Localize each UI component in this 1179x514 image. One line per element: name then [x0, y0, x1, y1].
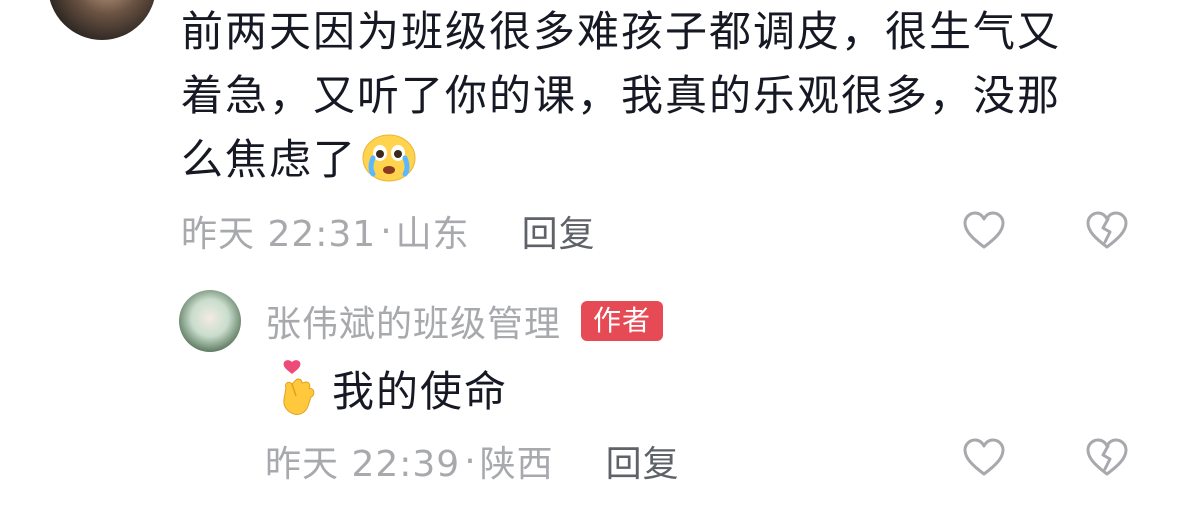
- comment-reply-button[interactable]: 回复: [522, 205, 596, 257]
- comment-meta: 昨天 22:31 · 山东 回复: [181, 203, 596, 259]
- reply-body: 我的使命: [278, 356, 508, 420]
- meta-separator: ·: [464, 440, 476, 482]
- author-avatar[interactable]: [179, 290, 241, 352]
- reply-author-name[interactable]: 张伟斌的班级管理: [265, 295, 561, 347]
- meta-separator: ·: [380, 210, 392, 252]
- broken-heart-icon[interactable]: [1085, 437, 1129, 477]
- heart-outline-icon[interactable]: [962, 437, 1006, 477]
- reply-text: 我的使命: [332, 366, 509, 416]
- author-badge: 作者: [581, 301, 664, 341]
- crying-face-emoji-icon: [362, 134, 416, 182]
- reply-location: 陕西: [479, 444, 554, 485]
- reply-time: 昨天 22:39: [265, 444, 461, 485]
- comment-text: 前两天因为班级很多难孩子都调皮，很生气又着急，又听了你的课，我真的乐观很多，没那…: [181, 7, 1062, 184]
- comment-body: 前两天因为班级很多难孩子都调皮，很生气又着急，又听了你的课，我真的乐观很多，没那…: [181, 0, 1091, 192]
- commenter-avatar[interactable]: [48, 0, 156, 40]
- comment-location: 山东: [395, 214, 470, 255]
- reply-meta: 昨天 22:39 · 陕西 回复: [265, 433, 680, 489]
- comment-time: 昨天 22:31: [181, 214, 377, 255]
- broken-heart-icon[interactable]: [1085, 210, 1129, 250]
- reply-reply-button[interactable]: 回复: [606, 435, 680, 487]
- reply-header: 张伟斌的班级管理 作者: [265, 295, 664, 347]
- finger-heart-emoji-icon: [283, 360, 315, 415]
- heart-outline-icon[interactable]: [962, 210, 1006, 250]
